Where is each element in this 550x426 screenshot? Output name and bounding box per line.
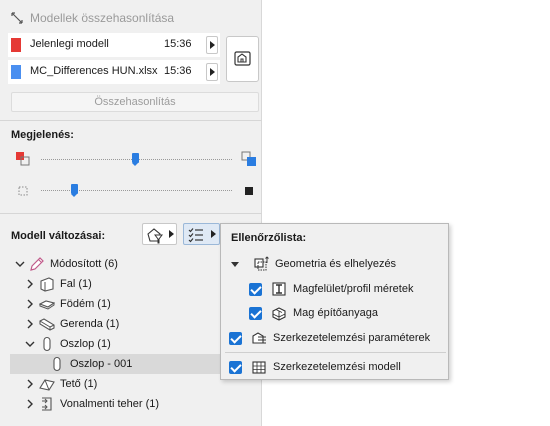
current-model-name: Jelenlegi modell [30, 38, 109, 50]
chevron-right-icon[interactable] [24, 398, 36, 410]
tree-item-line-load[interactable]: Vonalmenti teher (1) [10, 394, 250, 414]
tree-item-label: Módosított (6) [50, 258, 118, 270]
chevron-right-icon[interactable] [24, 298, 36, 310]
color-overlay-blue-icon [241, 151, 256, 166]
tree-item-label: Födém (1) [60, 298, 111, 310]
profile-icon [272, 282, 286, 296]
geometry-icon [254, 256, 269, 271]
beam-icon [39, 318, 55, 331]
line-load-icon [42, 397, 52, 411]
tree-item-beam[interactable]: Gerenda (1) [10, 314, 250, 334]
model-view-icon [234, 51, 251, 66]
checklist-item-structural-params[interactable]: Szerkezetelemzési paraméterek [229, 328, 444, 348]
collapse-arrows-icon[interactable] [11, 12, 23, 24]
tree-item-label: Gerenda (1) [60, 318, 120, 330]
checklist-item-label: Szerkezetelemzési paraméterek [273, 332, 431, 344]
model-changes-label: Modell változásai: [11, 230, 106, 242]
color-overlay-red-icon [16, 152, 30, 166]
chevron-right-icon [169, 230, 174, 238]
triangle-down-icon[interactable] [231, 262, 239, 267]
checklist-group-geometry[interactable]: Geometria és elhelyezés [229, 254, 444, 274]
column-icon [43, 336, 51, 352]
compared-model-menu-button[interactable] [206, 63, 218, 81]
chevron-down-icon[interactable] [24, 338, 36, 350]
divider [0, 213, 262, 214]
current-model-row[interactable]: Jelenlegi modell 15:36 [8, 33, 220, 57]
checklist-item-label: Geometria és elhelyezés [275, 258, 397, 270]
tree-item-label: Oszlop - 001 [70, 358, 133, 370]
structural-model-icon [252, 361, 266, 374]
checklist-item-label: Szerkezetelemzési modell [273, 361, 401, 373]
filter-elements-icon [147, 228, 163, 244]
tree-item-slab[interactable]: Födém (1) [10, 294, 250, 314]
checklist-item-label: Magfelület/profil méretek [293, 283, 414, 295]
checklist-popup: Ellenőrzőlista: Geometria és elhelyezés … [220, 223, 449, 380]
transparent-square-icon [18, 186, 28, 196]
checklist-button[interactable] [183, 223, 220, 245]
column-icon [53, 356, 61, 372]
appearance-label: Megjelenés: [11, 129, 74, 141]
current-model-time: 15:36 [164, 38, 192, 50]
compared-model-row[interactable]: MC_Differences HUN.xlsx 15:36 [8, 60, 220, 84]
compared-model-time: 15:36 [164, 65, 192, 77]
slab-icon [39, 300, 55, 310]
tree-item-label: Vonalmenti teher (1) [60, 398, 160, 410]
tree-item-label: Oszlop (1) [60, 338, 111, 350]
tree-item-modified[interactable]: Módosított (6) [10, 254, 250, 274]
compare-button[interactable]: Összehasonlítás [11, 92, 259, 112]
current-model-menu-button[interactable] [206, 36, 218, 54]
chevron-right-icon[interactable] [24, 378, 36, 390]
color-opacity-slider-thumb[interactable] [132, 153, 139, 166]
material-icon [272, 307, 286, 321]
chevron-right-icon[interactable] [24, 278, 36, 290]
checklist-item-profile-sizes[interactable]: Magfelület/profil méretek [249, 279, 444, 299]
structural-params-icon [252, 332, 266, 344]
divider [0, 120, 262, 121]
compared-model-color-swatch [11, 65, 21, 79]
tree-item-label: Tető (1) [60, 378, 98, 390]
checkbox-checked[interactable] [229, 361, 242, 374]
chevron-down-icon[interactable] [14, 258, 26, 270]
wall-icon [40, 277, 54, 292]
checklist-icon [188, 228, 203, 243]
transparency-slider-track[interactable] [41, 190, 232, 191]
palette-title: Modellek összehasonlítása [30, 11, 175, 25]
checklist-divider [225, 352, 446, 353]
checklist-item-label: Mag építőanyaga [293, 307, 379, 319]
chevron-right-icon[interactable] [24, 318, 36, 330]
tree-item-column-001[interactable]: Oszlop - 001 [10, 354, 250, 374]
tree-item-wall[interactable]: Fal (1) [10, 274, 250, 294]
tree-item-roof[interactable]: Tető (1) [10, 374, 250, 394]
element-filter-button[interactable] [142, 223, 177, 245]
chevron-right-icon [211, 230, 216, 238]
solid-square-icon [245, 187, 253, 195]
palette-titlebar[interactable]: Modellek összehasonlítása [0, 0, 262, 34]
checkbox-checked[interactable] [249, 307, 262, 320]
pencil-icon [30, 257, 44, 271]
tree-item-label: Fal (1) [60, 278, 92, 290]
checklist-item-structural-model[interactable]: Szerkezetelemzési modell [229, 357, 444, 377]
checkbox-checked[interactable] [249, 283, 262, 296]
compared-model-name: MC_Differences HUN.xlsx [30, 65, 158, 77]
checklist-title: Ellenőrzőlista: [231, 232, 307, 244]
checklist-item-core-material[interactable]: Mag építőanyaga [249, 303, 444, 323]
swap-models-button[interactable] [226, 36, 259, 82]
roof-icon [39, 379, 55, 391]
transparency-slider-thumb[interactable] [71, 184, 78, 197]
current-model-color-swatch [11, 38, 21, 52]
tree-item-column[interactable]: Oszlop (1) [10, 334, 250, 354]
checkbox-checked[interactable] [229, 332, 242, 345]
